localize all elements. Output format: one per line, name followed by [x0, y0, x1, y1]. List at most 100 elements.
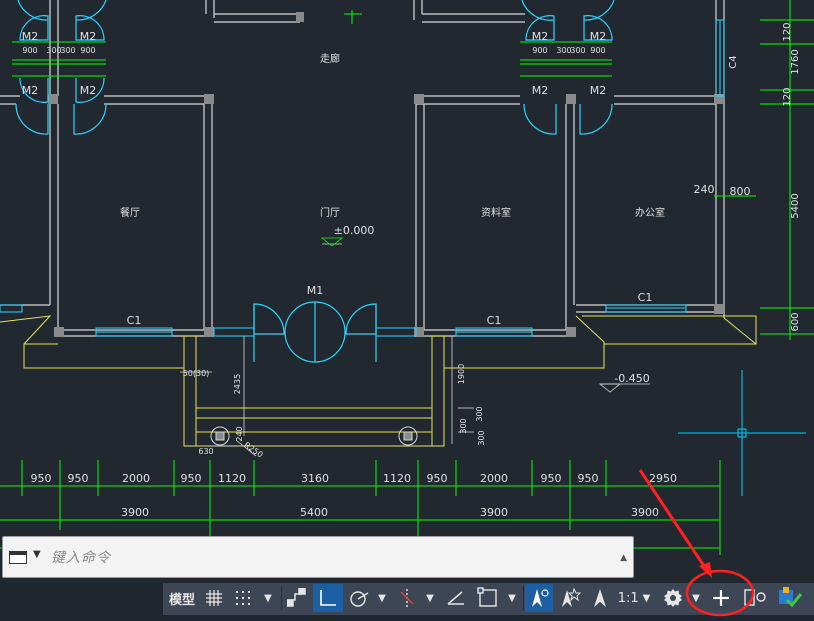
osnap-tracking-button[interactable]	[394, 584, 420, 612]
room-label: 餐厅	[120, 206, 140, 219]
right-dim: 120	[782, 87, 793, 106]
annotation-scale-button[interactable]	[587, 584, 613, 612]
windows	[0, 19, 725, 337]
window-label: C4	[728, 55, 739, 68]
porch-dim: 300	[459, 418, 468, 433]
right-dim: 120	[782, 22, 793, 41]
separator	[523, 586, 524, 610]
window-label: C1	[487, 314, 502, 327]
door-dim: 300	[46, 46, 61, 55]
porch-dim: 300	[477, 430, 486, 445]
plus-icon	[713, 590, 729, 606]
porch-dim: 50(30)	[183, 369, 210, 378]
room-label: 走廊	[320, 52, 340, 65]
hardware-acceleration-button[interactable]	[774, 584, 806, 612]
gear-dropdown[interactable]: ▼	[688, 584, 704, 612]
snap-dots-icon	[236, 591, 250, 605]
window-label: C1	[127, 314, 142, 327]
dim-row1: 2950	[649, 472, 677, 485]
gear-icon	[664, 589, 682, 607]
door-label: M2	[80, 84, 97, 97]
chevron-down-icon[interactable]: ▼	[33, 549, 41, 560]
isometric-icon	[447, 591, 464, 605]
doors	[15, 0, 615, 363]
door-dim: 900	[22, 46, 37, 55]
door-label: M2	[532, 84, 549, 97]
door-label: M1	[307, 284, 324, 297]
isometric-drafting-button[interactable]	[442, 584, 470, 612]
porch-dim: 1900	[457, 364, 466, 384]
osnap-dropdown[interactable]: ▼	[421, 584, 439, 612]
elevation-mark: ±0.000	[334, 224, 375, 237]
caret-down-icon: ▼	[426, 592, 434, 604]
caret-down-icon: ▼	[692, 592, 700, 604]
grid-icon	[206, 590, 222, 606]
window-label: C1	[638, 291, 653, 304]
right-dim: 1760	[790, 49, 801, 74]
dim-row1: 2000	[480, 472, 508, 485]
isolate-objects-button[interactable]	[740, 584, 770, 612]
caret-down-icon: ▼	[642, 592, 651, 604]
annotation-scale-icon	[594, 589, 606, 607]
dim-row1: 1120	[218, 472, 246, 485]
separator	[281, 586, 282, 610]
dim-row1: 3160	[301, 472, 329, 485]
snap-mode-button[interactable]	[230, 584, 256, 612]
walls	[0, 0, 725, 337]
command-history-icon[interactable]	[9, 551, 27, 564]
annotation-visibility-icon	[532, 589, 549, 607]
polar-dropdown[interactable]: ▼	[373, 584, 391, 612]
drawing-canvas[interactable]: 餐厅 门厅 资料室 办公室 走廊 M2 M2 M2 M2 M2 M2 M2 M2…	[0, 0, 814, 582]
grid-display-button[interactable]	[201, 584, 227, 612]
door-label: M2	[590, 30, 607, 43]
porch-dim: 300	[475, 406, 484, 421]
command-input[interactable]: 键入命令	[51, 547, 111, 567]
room-label: 资料室	[481, 206, 511, 219]
porch-dims	[180, 237, 650, 457]
room-label: 门厅	[320, 206, 340, 219]
door-label: M2	[590, 84, 607, 97]
door-dim: 900	[80, 46, 95, 55]
auto-scale-button[interactable]	[556, 584, 584, 612]
infer-constraints-icon	[287, 588, 306, 607]
model-label: 模型	[168, 592, 195, 608]
model-tab[interactable]: 模型	[165, 584, 199, 612]
crosshair-cursor	[678, 370, 806, 496]
dim-row2: 3900	[121, 506, 149, 519]
customization-button[interactable]	[706, 584, 736, 612]
annotation-visibility-button[interactable]	[525, 584, 553, 612]
caret-down-icon: ▼	[378, 592, 386, 604]
workspace-switch-button[interactable]	[659, 584, 687, 612]
door-dim: 300	[60, 46, 75, 55]
porch-dim: 630	[198, 447, 213, 456]
status-bar: 模型 ▼ ▼ ▼ ▼ 1:1 ▼ ▼	[0, 582, 814, 621]
porch-dim: R250	[242, 440, 264, 459]
infer-constraints-button[interactable]	[284, 584, 310, 612]
scale-label: 1:1	[617, 590, 639, 606]
dim-row1: 950	[578, 472, 599, 485]
dim-row2: 5400	[300, 506, 328, 519]
dim-row1: 2000	[122, 472, 150, 485]
chevron-up-icon[interactable]: ▲	[620, 553, 627, 563]
dim-row1: 950	[181, 472, 202, 485]
right-dim: 5400	[790, 193, 801, 218]
scale-selector[interactable]: 1:1 ▼	[615, 584, 653, 612]
polar-tracking-icon	[350, 591, 369, 607]
dim-row2: 3900	[631, 506, 659, 519]
isolate-objects-icon	[744, 589, 766, 606]
right-dim: 600	[790, 312, 801, 331]
polar-tracking-button[interactable]	[346, 584, 372, 612]
room-label: 办公室	[635, 206, 665, 219]
dim-row1: 1120	[383, 472, 411, 485]
snap-dropdown[interactable]: ▼	[258, 584, 278, 612]
caret-down-icon: ▼	[508, 592, 516, 604]
porch-dim: 2435	[233, 374, 242, 394]
dim-row1: 950	[427, 472, 448, 485]
dropdown[interactable]: ▼	[503, 584, 521, 612]
dim-row1: 950	[68, 472, 89, 485]
ortho-mode-button[interactable]	[313, 584, 343, 612]
selection-cycling-button[interactable]	[474, 584, 502, 612]
command-line[interactable]: ▼ 键入命令 ▲	[2, 536, 634, 578]
door-label: M2	[22, 84, 39, 97]
selection-cycling-icon	[477, 587, 497, 607]
